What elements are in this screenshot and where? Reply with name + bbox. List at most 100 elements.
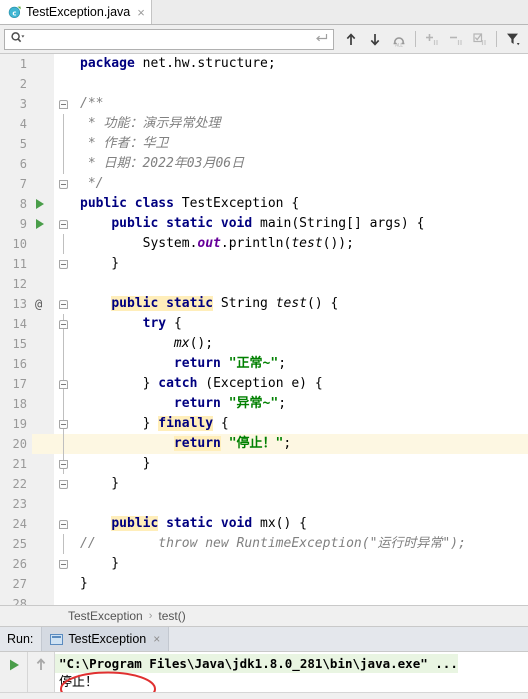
code-line[interactable]: 4 * 功能：演示异常处理 [0, 114, 528, 134]
gutter-markers[interactable] [32, 454, 54, 474]
code-line[interactable]: 11 } [0, 254, 528, 274]
fold-gutter[interactable] [54, 374, 76, 394]
run-method-icon[interactable] [36, 219, 44, 229]
gutter-markers[interactable] [32, 354, 54, 374]
fold-collapse-icon[interactable] [59, 520, 68, 529]
search-field-wrapper[interactable] [4, 28, 334, 50]
fold-gutter[interactable] [54, 174, 76, 194]
gutter-markers[interactable] [32, 574, 54, 594]
editor-tab-testexception[interactable]: c TestException.java × [0, 0, 152, 24]
fold-collapse-icon[interactable] [59, 560, 68, 569]
filter-icon[interactable] [502, 28, 524, 50]
gutter-markers[interactable] [32, 374, 54, 394]
gutter-markers[interactable] [32, 554, 54, 574]
fold-collapse-icon[interactable] [59, 480, 68, 489]
code-line[interactable]: 5 * 作者：华卫 [0, 134, 528, 154]
gutter-markers[interactable] [32, 194, 54, 214]
gutter-markers[interactable]: @ [32, 294, 54, 314]
gutter-markers[interactable] [32, 494, 54, 514]
fold-gutter[interactable] [54, 514, 76, 534]
up-arrow-icon[interactable] [34, 657, 48, 675]
code-line[interactable]: 17 } catch (Exception e) { [0, 374, 528, 394]
fold-collapse-icon[interactable] [59, 460, 68, 469]
fold-gutter[interactable] [54, 454, 76, 474]
fold-gutter[interactable] [54, 194, 76, 214]
gutter-markers[interactable] [32, 54, 54, 74]
code-line[interactable]: 6 * 日期：2022年03月06日 [0, 154, 528, 174]
fold-gutter[interactable] [54, 154, 76, 174]
remove-selection-button[interactable] [445, 28, 467, 50]
code-line[interactable]: 15 mx(); [0, 334, 528, 354]
gutter-markers[interactable] [32, 114, 54, 134]
fold-collapse-icon[interactable] [59, 320, 68, 329]
code-line[interactable]: 27 } [0, 574, 528, 594]
gutter-markers[interactable] [32, 74, 54, 94]
fold-collapse-icon[interactable] [59, 300, 68, 309]
gutter-markers[interactable] [32, 474, 54, 494]
code-line[interactable]: 10 System.out.println(test()); [0, 234, 528, 254]
code-line[interactable]: 21 } [0, 454, 528, 474]
code-line[interactable]: 12 [0, 274, 528, 294]
fold-gutter[interactable] [54, 354, 76, 374]
gutter-markers[interactable] [32, 514, 54, 534]
fold-gutter[interactable] [54, 474, 76, 494]
code-line[interactable]: 28 [0, 594, 528, 605]
select-all-occurrences-button[interactable]: ALL [388, 28, 410, 50]
search-input[interactable] [25, 30, 314, 48]
code-line[interactable]: 14 try { [0, 314, 528, 334]
code-line[interactable]: 22 } [0, 474, 528, 494]
code-line[interactable]: 13 @ public static String test() { [0, 294, 528, 314]
check-selection-button[interactable] [469, 28, 491, 50]
gutter-markers[interactable] [32, 394, 54, 414]
gutter-markers[interactable] [32, 174, 54, 194]
editor-area[interactable]: 1 package net.hw.structure; 2 3 /** 4 * … [0, 54, 528, 605]
close-icon[interactable]: × [137, 6, 145, 19]
fold-collapse-icon[interactable] [59, 380, 68, 389]
code-line[interactable]: 26 } [0, 554, 528, 574]
fold-gutter[interactable] [54, 594, 76, 605]
fold-gutter[interactable] [54, 214, 76, 234]
rerun-icon[interactable] [6, 657, 22, 676]
gutter-markers[interactable] [32, 94, 54, 114]
search-icon[interactable] [10, 31, 25, 48]
fold-gutter[interactable] [54, 74, 76, 94]
find-previous-button[interactable] [340, 28, 362, 50]
gutter-markers[interactable] [32, 314, 54, 334]
fold-collapse-icon[interactable] [59, 260, 68, 269]
fold-gutter[interactable] [54, 134, 76, 154]
console-output[interactable]: "C:\Program Files\Java\jdk1.8.0_281\bin\… [55, 652, 528, 692]
run-class-icon[interactable] [36, 199, 44, 209]
fold-collapse-icon[interactable] [59, 420, 68, 429]
code-line[interactable]: 1 package net.hw.structure; [0, 54, 528, 74]
code-line[interactable]: 3 /** [0, 94, 528, 114]
fold-gutter[interactable] [54, 494, 76, 514]
code-line[interactable]: 24 public static void mx() { [0, 514, 528, 534]
breadcrumb-item-method[interactable]: test() [158, 609, 185, 623]
close-icon[interactable]: × [153, 632, 160, 646]
fold-gutter[interactable] [54, 54, 76, 74]
code-line[interactable]: 2 [0, 74, 528, 94]
code-line[interactable]: 25 // throw new RuntimeException("运行时异常"… [0, 534, 528, 554]
code-line[interactable]: 18 return "异常~"; [0, 394, 528, 414]
gutter-markers[interactable] [32, 214, 54, 234]
fold-gutter[interactable] [54, 294, 76, 314]
add-selection-button[interactable] [421, 28, 443, 50]
gutter-markers[interactable] [32, 154, 54, 174]
code-line[interactable]: 7 */ [0, 174, 528, 194]
fold-gutter[interactable] [54, 534, 76, 554]
code-line[interactable]: 9 public static void main(String[] args)… [0, 214, 528, 234]
gutter-markers[interactable] [32, 594, 54, 605]
fold-gutter[interactable] [54, 414, 76, 434]
gutter-markers[interactable] [32, 134, 54, 154]
fold-collapse-icon[interactable] [59, 100, 68, 109]
fold-collapse-icon[interactable] [59, 180, 68, 189]
fold-gutter[interactable] [54, 574, 76, 594]
gutter-markers[interactable] [32, 334, 54, 354]
fold-gutter[interactable] [54, 334, 76, 354]
annotation-marker[interactable]: @ [35, 294, 42, 314]
code-editor[interactable]: 1 package net.hw.structure; 2 3 /** 4 * … [0, 54, 528, 605]
fold-gutter[interactable] [54, 254, 76, 274]
run-configuration-tab[interactable]: TestException × [41, 627, 170, 651]
gutter-markers[interactable] [32, 274, 54, 294]
fold-gutter[interactable] [54, 554, 76, 574]
